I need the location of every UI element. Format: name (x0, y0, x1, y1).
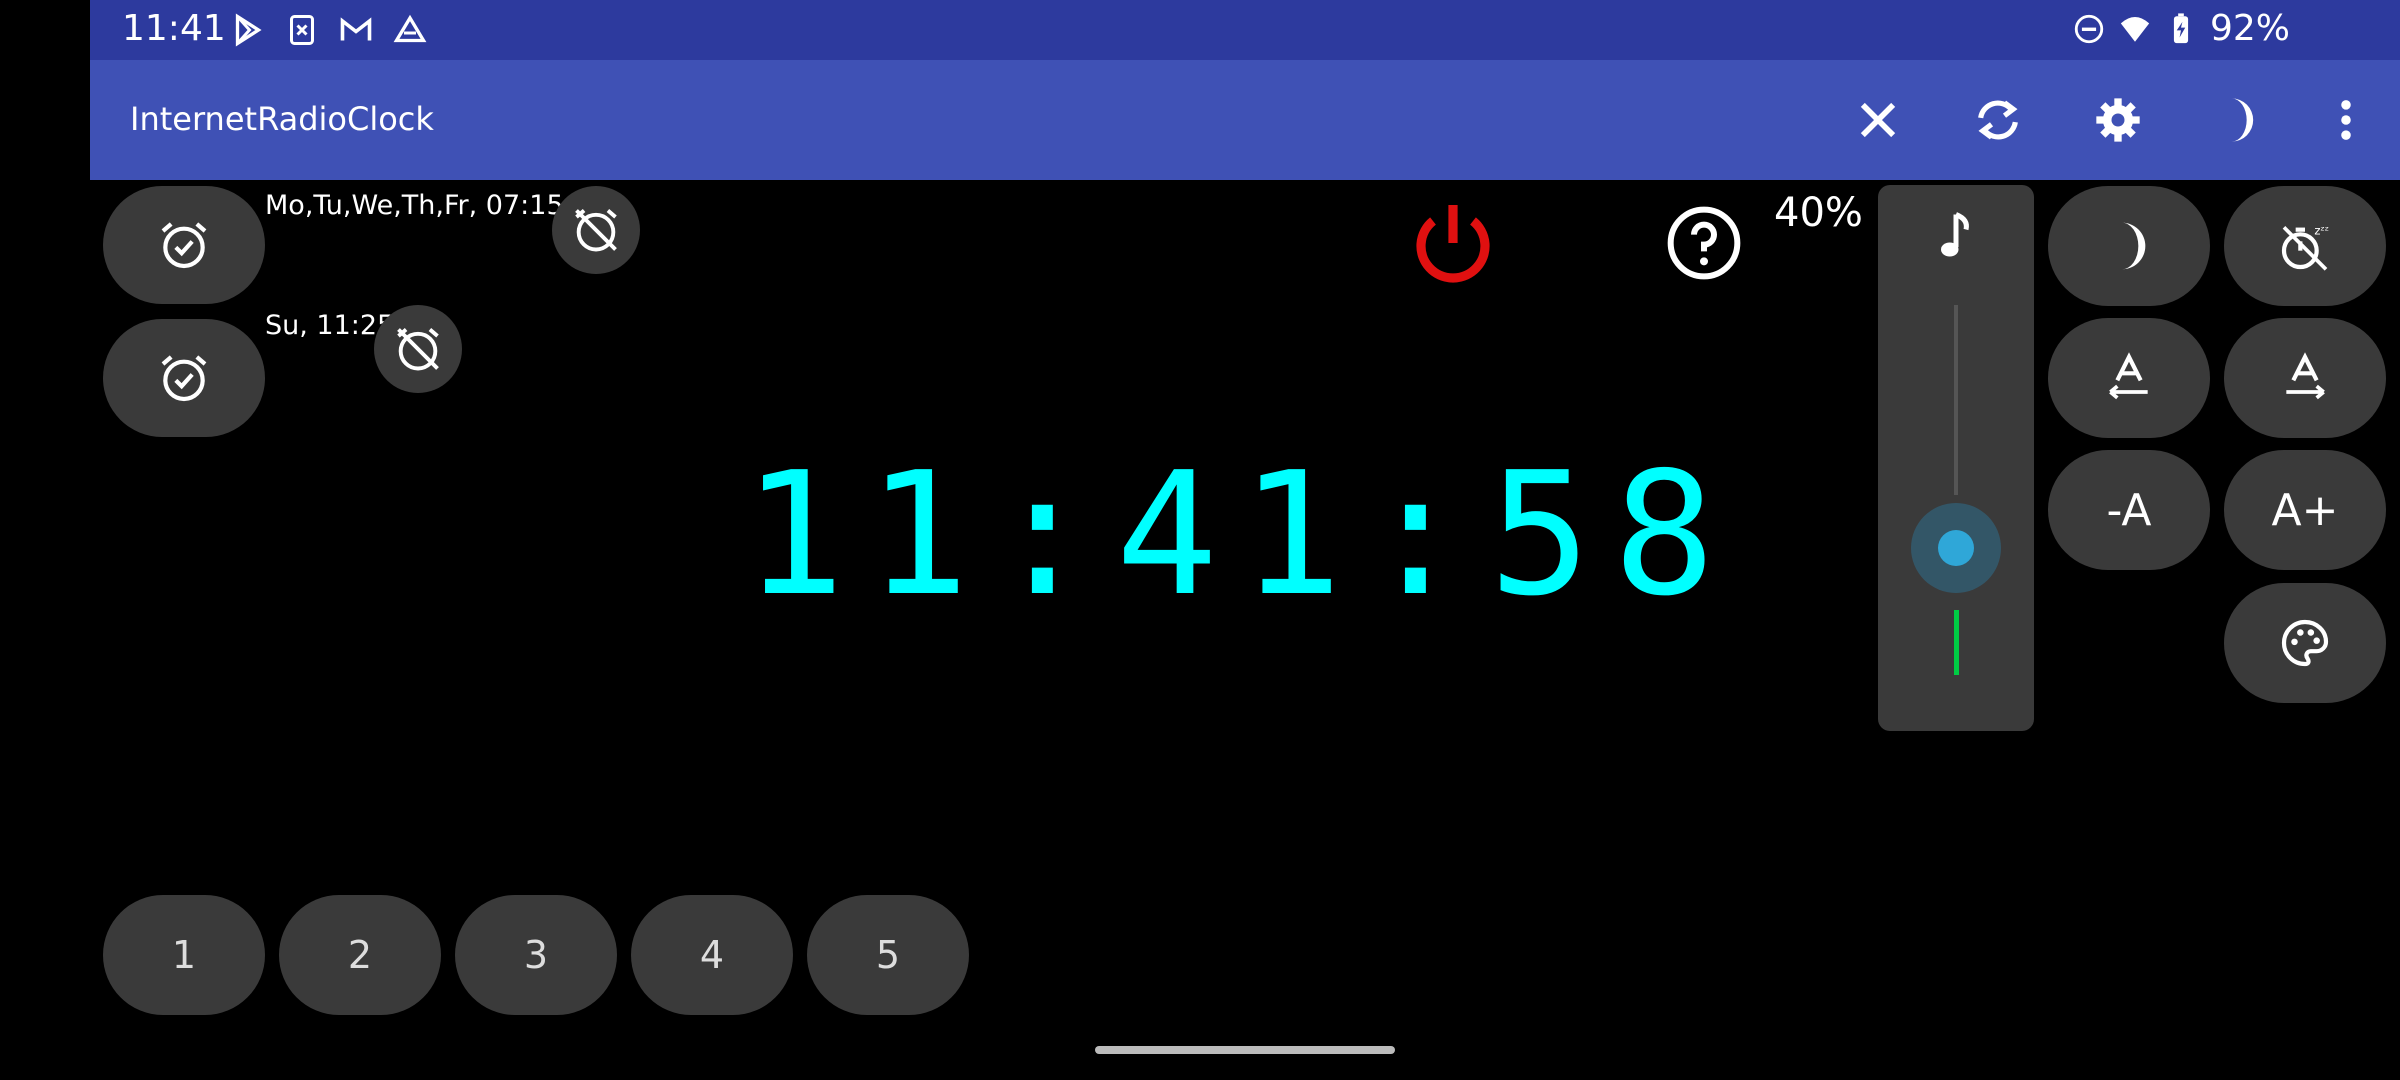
sync-icon (1978, 100, 2018, 140)
text-right-icon (2286, 352, 2325, 400)
music-note-icon (1941, 212, 1969, 257)
gmail-icon (340, 17, 372, 41)
sync-button[interactable] (1968, 90, 2028, 150)
home-indicator[interactable] (1095, 1046, 1395, 1054)
close-icon (1860, 102, 1896, 138)
power-icon (1416, 205, 1490, 283)
battery-percent: 92% (2209, 8, 2290, 49)
app-bar: InternetRadioClock (90, 60, 2400, 180)
increase-font-button[interactable]: A+ (2224, 450, 2386, 570)
volume-slider-knob[interactable] (1938, 530, 1974, 566)
preset-button-2[interactable]: 2 (279, 895, 441, 1015)
file-x-icon (290, 15, 314, 45)
preset-button-1[interactable]: 1 (103, 895, 265, 1015)
sleep-timer-button[interactable]: zᶻᶻ (2224, 186, 2386, 306)
help-button[interactable] (1664, 203, 1744, 283)
night-mode-icon (2122, 222, 2146, 270)
settings-icon (2096, 98, 2140, 142)
night-mode-toggle-button[interactable] (2048, 186, 2210, 306)
settings-button[interactable] (2088, 90, 2148, 150)
alarm-off-icon (397, 328, 439, 371)
alarm-1-disable-button[interactable] (552, 186, 640, 274)
night-mode-icon (2231, 98, 2254, 142)
volume-track[interactable] (1954, 305, 1958, 495)
volume-panel (1878, 185, 2034, 731)
status-bar: 11:41 92% (90, 0, 2400, 60)
alarm-1-label: Mo,Tu,We,Th,Fr, 07:15 (265, 190, 564, 221)
preset-button-5[interactable]: 5 (807, 895, 969, 1015)
alarm-off-icon (575, 209, 617, 252)
close-button[interactable] (1848, 90, 1908, 150)
alarm-2-disable-button[interactable] (374, 305, 462, 393)
system-status: 92% (2072, 8, 2290, 49)
digital-clock: 11:41:58 (742, 436, 1738, 634)
help-icon (1667, 206, 1741, 280)
svg-text:zᶻᶻ: zᶻᶻ (2314, 223, 2329, 237)
more-options-button[interactable] (2316, 90, 2376, 150)
alarm-2-toggle[interactable] (103, 319, 265, 437)
text-shift-right-button[interactable] (2224, 318, 2386, 438)
power-button[interactable] (1405, 195, 1501, 291)
status-time: 11:41 (122, 8, 226, 49)
notification-icons (230, 12, 428, 48)
volume-percent: 40% (1774, 190, 1863, 236)
do-not-disturb-icon (2074, 14, 2104, 43)
decrease-font-button[interactable]: -A (2048, 450, 2210, 570)
palette-icon (2281, 619, 2329, 667)
color-palette-button[interactable] (2224, 583, 2386, 703)
app-title: InternetRadioClock (130, 100, 434, 138)
sleep-timer-icon: zᶻᶻ (2281, 223, 2329, 271)
wifi-icon (2120, 16, 2150, 42)
alarm-1-toggle[interactable] (103, 186, 265, 304)
battery-icon (2173, 12, 2189, 43)
more-vert-icon (2341, 100, 2351, 140)
alarm-on-icon (161, 222, 207, 269)
preset-button-3[interactable]: 3 (455, 895, 617, 1015)
alarm-on-icon (161, 355, 207, 402)
preset-button-4[interactable]: 4 (631, 895, 793, 1015)
play-store-icon (235, 13, 262, 47)
night-mode-button[interactable] (2208, 90, 2268, 150)
drive-icon (393, 14, 427, 43)
volume-level-indicator (1954, 610, 1959, 675)
text-shift-left-button[interactable] (2048, 318, 2210, 438)
text-left-icon (2109, 352, 2148, 400)
